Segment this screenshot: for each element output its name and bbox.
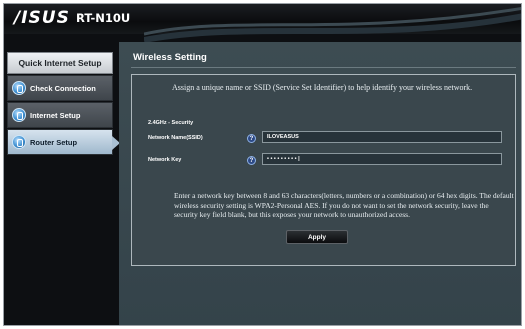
page-title: Wireless Setting [133, 52, 207, 63]
ssid-input[interactable]: ILOVEASUS [262, 131, 502, 143]
sidebar-title: Quick Internet Setup [7, 52, 113, 74]
ssid-help-icon[interactable]: ? [247, 134, 256, 143]
sidebar-item-check-connection[interactable]: Check Connection [7, 75, 113, 101]
router-setup-window: /ISUS RT-N10U Quick Internet Setup Check… [3, 3, 522, 326]
left-sidebar: Quick Internet Setup Check Connection In… [7, 52, 120, 322]
sidebar-item-internet-setup[interactable]: Internet Setup [7, 102, 113, 128]
sidebar-item-router-setup[interactable]: Router Setup [7, 129, 120, 155]
title-divider [131, 67, 516, 68]
network-key-input[interactable]: • • • • • • • • • | [262, 153, 502, 165]
network-key-note: Enter a network key between 8 and 63 cha… [174, 191, 514, 219]
ssid-label: Network Name(SSID) [148, 135, 203, 141]
band-security-label: 2.4GHz - Security [148, 120, 194, 126]
apply-button[interactable]: Apply [286, 230, 348, 244]
main-content: Wireless Setting Assign a unique name or… [119, 42, 521, 325]
asus-logo: /ISUS [14, 8, 70, 28]
sidebar-item-label: Router Setup [30, 137, 78, 147]
router-icon [12, 135, 26, 149]
globe-icon [12, 108, 26, 122]
network-key-help-icon[interactable]: ? [247, 156, 256, 165]
model-name: RT-N10U [76, 11, 131, 25]
sidebar-item-label: Internet Setup [30, 110, 81, 120]
top-banner: /ISUS RT-N10U [4, 4, 521, 43]
connection-icon [12, 81, 26, 95]
ssid-description: Assign a unique name or SSID (Service Se… [172, 83, 473, 92]
banner-wave-graphic [144, 6, 521, 43]
network-key-label: Network Key [148, 157, 182, 163]
sidebar-item-label: Check Connection [30, 83, 96, 93]
